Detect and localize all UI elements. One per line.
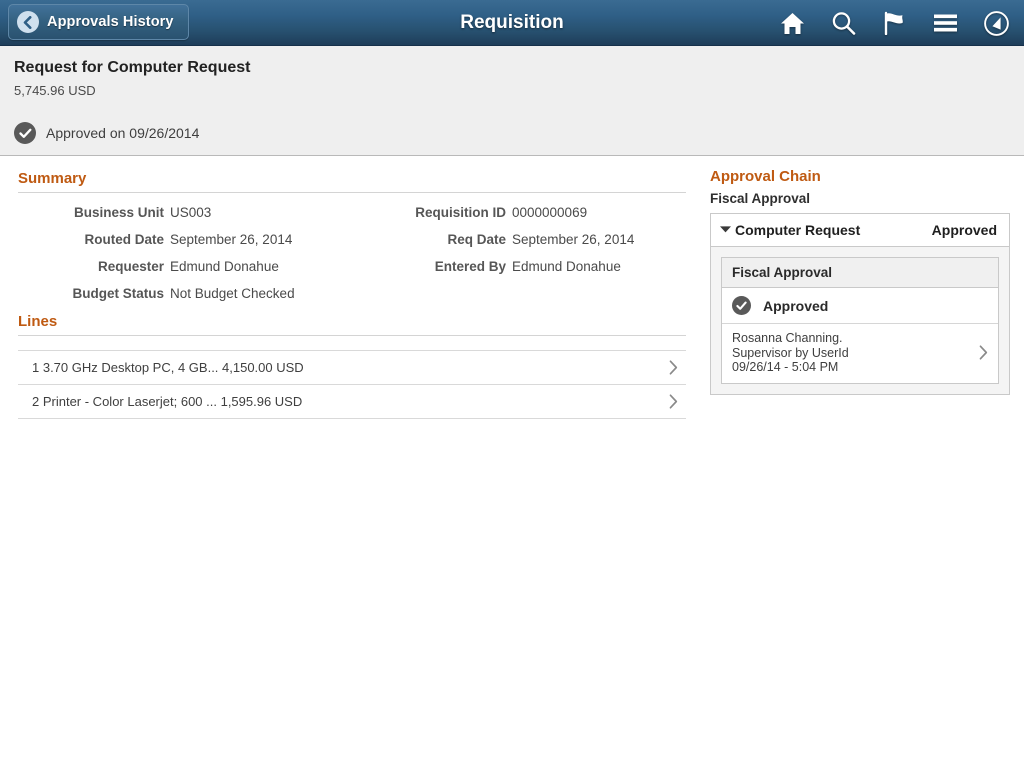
approval-chain-column: Approval Chain Fiscal Approval Computer … bbox=[700, 156, 1024, 419]
approval-chain-heading: Approval Chain bbox=[710, 168, 821, 185]
list-item[interactable]: 2 Printer - Color Laserjet; 600 ... 1,59… bbox=[18, 385, 686, 419]
approval-step-status-row: Approved bbox=[722, 288, 998, 324]
hamburger-menu-icon[interactable] bbox=[931, 9, 959, 37]
chevron-right-icon bbox=[659, 394, 678, 409]
approval-chain-stage-label: Fiscal Approval bbox=[710, 191, 811, 206]
header-icon-group bbox=[778, 0, 1018, 46]
request-amount: 5,745.96 USD bbox=[14, 83, 96, 98]
approval-step-status-label: Approved bbox=[763, 297, 829, 314]
home-icon[interactable] bbox=[778, 9, 806, 37]
field-label: Req Date bbox=[447, 232, 506, 247]
approval-chain-panel: Computer Request Approved Fiscal Approva… bbox=[710, 213, 1010, 395]
field-value: September 26, 2014 bbox=[170, 232, 293, 247]
approval-panel-header-left: Computer Request bbox=[719, 221, 860, 239]
approver-row[interactable]: Rosanna Channing. Supervisor by UserId 0… bbox=[722, 324, 998, 383]
field-requisition-id: Requisition ID 0000000069 bbox=[352, 205, 686, 220]
check-circle-icon bbox=[732, 296, 751, 315]
field-label: Entered By bbox=[434, 259, 506, 274]
triangle-down-icon[interactable] bbox=[719, 221, 732, 239]
field-label: Business Unit bbox=[73, 205, 164, 220]
approval-status-text: Approved on 09/26/2014 bbox=[46, 125, 200, 141]
search-icon[interactable] bbox=[829, 9, 857, 37]
approver-name: Rosanna Channing. bbox=[732, 331, 843, 345]
chevron-right-icon bbox=[969, 345, 988, 360]
field-routed-date: Routed Date September 26, 2014 bbox=[18, 232, 352, 247]
navbar-compass-icon[interactable] bbox=[982, 9, 1010, 37]
summary-left-column: Business Unit US003 Routed Date Septembe… bbox=[18, 205, 352, 313]
list-item[interactable]: 1 3.70 GHz Desktop PC, 4 GB... 4,150.00 … bbox=[18, 350, 686, 385]
lines-section-heading: Lines bbox=[18, 313, 686, 336]
request-title: Request for Computer Request bbox=[14, 59, 251, 76]
field-value: 0000000069 bbox=[512, 205, 588, 220]
chevron-right-icon bbox=[659, 360, 678, 375]
field-req-date: Req Date September 26, 2014 bbox=[352, 232, 686, 247]
request-summary-banner: Request for Computer Request 5,745.96 US… bbox=[0, 46, 1024, 156]
back-button[interactable]: Approvals History bbox=[8, 4, 189, 40]
main-content: Summary Business Unit US003 Routed Date … bbox=[0, 156, 1024, 419]
line-item-text: 1 3.70 GHz Desktop PC, 4 GB... 4,150.00 … bbox=[32, 360, 304, 375]
field-budget-status: Budget Status Not Budget Checked bbox=[18, 286, 352, 301]
field-label: Budget Status bbox=[72, 286, 164, 301]
approver-details: Rosanna Channing. Supervisor by UserId 0… bbox=[732, 331, 849, 375]
field-business-unit: Business Unit US003 bbox=[18, 205, 352, 220]
field-value: Not Budget Checked bbox=[170, 286, 295, 301]
summary-right-column: Requisition ID 0000000069 Req Date Septe… bbox=[352, 205, 686, 313]
field-value: September 26, 2014 bbox=[512, 232, 635, 247]
approver-role: Supervisor by UserId bbox=[732, 345, 849, 360]
field-label: Requisition ID bbox=[415, 205, 506, 220]
flag-icon[interactable] bbox=[880, 9, 908, 37]
field-label: Requester bbox=[97, 259, 164, 274]
approval-panel-status: Approved bbox=[931, 222, 997, 238]
field-value: Edmund Donahue bbox=[170, 259, 279, 274]
line-item-text: 2 Printer - Color Laserjet; 600 ... 1,59… bbox=[32, 394, 303, 409]
approval-step-title: Fiscal Approval bbox=[722, 258, 998, 288]
summary-fields: Business Unit US003 Routed Date Septembe… bbox=[18, 197, 686, 313]
details-column: Summary Business Unit US003 Routed Date … bbox=[0, 156, 700, 419]
app-header: Approvals History Requisition bbox=[0, 0, 1024, 46]
lines-list: 1 3.70 GHz Desktop PC, 4 GB... 4,150.00 … bbox=[18, 350, 686, 419]
check-circle-icon bbox=[14, 122, 36, 144]
field-entered-by: Entered By Edmund Donahue bbox=[352, 259, 686, 274]
approval-panel-title: Computer Request bbox=[735, 222, 861, 238]
approver-timestamp: 09/26/14 - 5:04 PM bbox=[732, 360, 839, 374]
approval-step-card: Fiscal Approval Approved Rosanna Channin… bbox=[721, 257, 999, 384]
field-value: Edmund Donahue bbox=[512, 259, 621, 274]
approval-status-row: Approved on 09/26/2014 bbox=[14, 122, 1024, 144]
back-button-label: Approvals History bbox=[47, 14, 174, 30]
summary-section-heading: Summary bbox=[18, 170, 686, 193]
approval-panel-header[interactable]: Computer Request Approved bbox=[711, 214, 1009, 247]
field-label: Routed Date bbox=[84, 232, 164, 247]
field-value: US003 bbox=[170, 205, 212, 220]
field-requester: Requester Edmund Donahue bbox=[18, 259, 352, 274]
chevron-left-icon bbox=[17, 11, 39, 33]
